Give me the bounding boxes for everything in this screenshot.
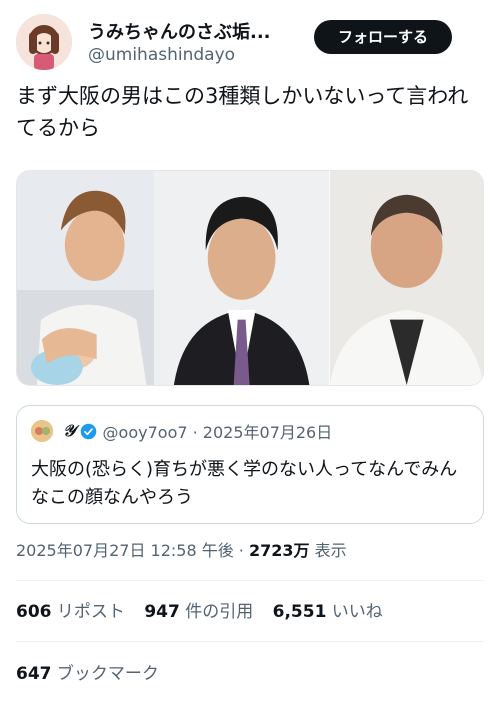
- photo-2[interactable]: [154, 171, 330, 385]
- young-man-with-baby-icon: [17, 171, 155, 385]
- reposts-count: 606: [16, 602, 52, 622]
- bookmarks-stat[interactable]: 647 ブックマーク: [16, 659, 159, 684]
- quoted-avatar-icon: [31, 420, 53, 442]
- quoted-tweet-header: 𝒴 @ooy7oo7 · 2025年07月26日: [31, 420, 332, 442]
- divider: [16, 580, 484, 581]
- tweet-header: うみちゃんのさぶ垢... @umihashindayo フォローする: [16, 14, 484, 72]
- quoted-tweet-text: 大阪の(恐らく)育ちが悪く学のない人ってなんでみんなこの顔なんやろう: [31, 459, 458, 508]
- engagement-stats: 606 リポスト 947 件の引用 6,551 いいね: [16, 597, 397, 622]
- bookmarks-count: 647: [16, 664, 52, 684]
- author-handle[interactable]: @umihashindayo: [88, 45, 235, 65]
- quoted-author-avatar[interactable]: [31, 420, 53, 442]
- photo-grid: [16, 170, 484, 386]
- divider: [16, 641, 484, 642]
- photo-3[interactable]: [329, 171, 483, 385]
- quotes-count: 947: [144, 602, 180, 622]
- tweet-text: まず大阪の男はこの3種類しかいないって言われてるから: [16, 84, 469, 140]
- reposts-stat[interactable]: 606 リポスト: [16, 597, 125, 622]
- quoted-handle-date: @ooy7oo7 · 2025年07月26日: [102, 423, 333, 442]
- likes-label: いいね: [326, 602, 383, 622]
- author-name[interactable]: うみちゃんのさぶ垢...: [88, 18, 288, 44]
- views-count: 2723万: [248, 541, 310, 560]
- verified-badge-icon: [80, 423, 96, 439]
- likes-count: 6,551: [272, 602, 327, 622]
- likes-stat[interactable]: 6,551 いいね: [273, 597, 383, 622]
- photo-1[interactable]: [17, 171, 155, 385]
- quotes-label: 件の引用: [179, 602, 254, 622]
- views-label: 表示: [309, 541, 347, 560]
- reposts-label: リポスト: [51, 602, 125, 622]
- bookmarks-label: ブックマーク: [51, 664, 159, 684]
- man-in-suit-icon: [154, 171, 330, 385]
- quoted-tweet[interactable]: 𝒴 @ooy7oo7 · 2025年07月26日 大阪の(恐らく)育ちが悪く学の…: [16, 405, 484, 524]
- author-avatar[interactable]: [16, 14, 72, 70]
- man-in-white-jacket-icon: [329, 171, 483, 385]
- avatar-illustration-icon: [16, 14, 72, 70]
- follow-button[interactable]: フォローする: [314, 20, 452, 54]
- tweet-meta: 2025年07月27日 12:58 午後 · 2723万 表示: [16, 537, 347, 561]
- quotes-stat[interactable]: 947 件の引用: [144, 597, 253, 622]
- quoted-author-name[interactable]: 𝒴: [63, 421, 76, 441]
- tweet-datetime[interactable]: 2025年07月27日 12:58 午後 ·: [16, 541, 249, 560]
